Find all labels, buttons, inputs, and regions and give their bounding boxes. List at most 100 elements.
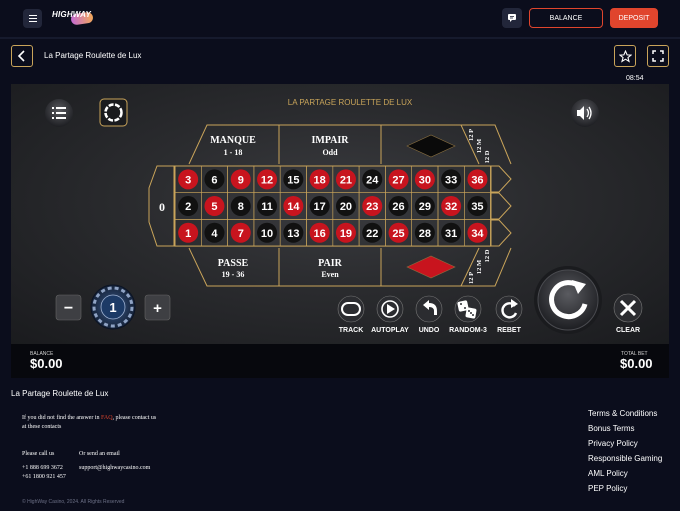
number-cell[interactable]: 4 bbox=[201, 219, 228, 247]
number-label: 28 bbox=[419, 228, 431, 240]
clear-button[interactable]: CLEAR bbox=[613, 293, 643, 334]
top-bar: HIGHWAY BALANCE DEPOSIT bbox=[0, 0, 680, 37]
link-pep[interactable]: PEP Policy bbox=[588, 484, 662, 499]
number-cell[interactable]: 12 bbox=[253, 165, 281, 194]
dozen-label-d-top[interactable]: 12 D bbox=[484, 150, 491, 163]
wheel-view-button[interactable] bbox=[99, 98, 128, 127]
number-label: 23 bbox=[366, 201, 378, 213]
number-cell[interactable]: 36 bbox=[463, 165, 491, 194]
link-terms[interactable]: Terms & Conditions bbox=[588, 409, 662, 424]
number-cell[interactable]: 17 bbox=[306, 192, 334, 220]
link-aml[interactable]: AML Policy bbox=[588, 469, 662, 484]
dozen-label-m-bottom[interactable]: 12 M bbox=[476, 260, 483, 274]
number-cell[interactable]: 28 bbox=[411, 219, 439, 247]
back-button[interactable] bbox=[11, 45, 33, 67]
link-responsible-gaming[interactable]: Responsible Gaming bbox=[588, 454, 662, 469]
red-bet-diamond[interactable] bbox=[406, 255, 456, 279]
bet-list-button[interactable] bbox=[45, 99, 73, 127]
dozen-label-p-top[interactable]: 12 P bbox=[468, 129, 475, 141]
number-label: 1 bbox=[185, 228, 191, 240]
faq-link[interactable]: FAQ bbox=[101, 415, 113, 421]
dozen-label-p-bottom[interactable]: 12 P bbox=[468, 272, 475, 284]
number-cell[interactable]: 19 bbox=[332, 219, 360, 247]
bet-passe[interactable]: PASSE 19 - 36 bbox=[218, 258, 249, 279]
number-cell[interactable]: 15 bbox=[279, 165, 307, 194]
number-cell[interactable]: 25 bbox=[385, 219, 412, 247]
favorite-button[interactable] bbox=[614, 45, 636, 67]
fullscreen-button[interactable] bbox=[647, 45, 669, 67]
track-button[interactable]: TRACK bbox=[337, 295, 365, 334]
number-cell[interactable]: 10 bbox=[253, 219, 281, 247]
number-label: 4 bbox=[211, 228, 218, 240]
number-cell[interactable]: 13 bbox=[279, 219, 307, 247]
number-cell[interactable]: 26 bbox=[385, 192, 412, 220]
game-status-bar: BALANCE $0.00 TOTAL BET $0.00 bbox=[11, 344, 669, 378]
number-label: 30 bbox=[419, 174, 431, 186]
number-cell[interactable]: 7 bbox=[227, 219, 255, 247]
random-3-label: RANDOM-3 bbox=[449, 327, 487, 334]
undo-button[interactable]: UNDO bbox=[415, 295, 443, 334]
number-cell[interactable]: 22 bbox=[358, 219, 386, 247]
number-label: 20 bbox=[340, 201, 352, 213]
number-cell[interactable]: 1 bbox=[174, 219, 202, 247]
number-label: 13 bbox=[287, 228, 299, 240]
deposit-button[interactable]: DEPOSIT bbox=[610, 8, 658, 28]
number-cell[interactable]: 8 bbox=[227, 192, 255, 220]
link-bonus-terms[interactable]: Bonus Terms bbox=[588, 424, 662, 439]
number-label: 16 bbox=[314, 228, 326, 240]
number-cell[interactable]: 18 bbox=[306, 165, 334, 194]
menu-button[interactable] bbox=[23, 9, 42, 28]
chip-plus-button[interactable]: + bbox=[144, 294, 171, 321]
number-cell[interactable]: 30 bbox=[411, 165, 439, 194]
random-3-button[interactable]: RANDOM-3 bbox=[449, 295, 487, 334]
chip-minus-button[interactable]: − bbox=[55, 294, 82, 321]
sound-button[interactable] bbox=[571, 99, 599, 127]
chat-button[interactable] bbox=[502, 8, 522, 28]
link-privacy[interactable]: Privacy Policy bbox=[588, 439, 662, 454]
number-cell[interactable]: 11 bbox=[253, 192, 281, 220]
number-cell[interactable]: 2 bbox=[174, 192, 202, 220]
column-bet-3[interactable] bbox=[490, 165, 512, 193]
number-cell[interactable]: 23 bbox=[358, 192, 386, 220]
rebet-button[interactable]: REBET bbox=[495, 295, 523, 334]
email-link[interactable]: support@highwaycasino.com bbox=[79, 464, 150, 473]
highway-logo[interactable]: HIGHWAY bbox=[51, 6, 95, 26]
number-label: 6 bbox=[211, 174, 217, 186]
number-cell[interactable]: 27 bbox=[385, 165, 412, 194]
number-cell[interactable]: 16 bbox=[306, 219, 334, 247]
star-icon bbox=[618, 49, 632, 63]
phone-2[interactable]: +61 1800 921 457 bbox=[22, 473, 66, 482]
phone-1[interactable]: +1 888 699 3672 bbox=[22, 464, 66, 473]
spin-button[interactable] bbox=[534, 266, 602, 334]
phone-column: Please call us +1 888 699 3672 +61 1800 … bbox=[22, 450, 66, 482]
number-cell[interactable]: 34 bbox=[463, 219, 491, 247]
number-cell[interactable]: 3 bbox=[174, 165, 202, 194]
game-title: La Partage Roulette de Lux bbox=[44, 51, 142, 60]
number-cell[interactable]: 20 bbox=[332, 192, 360, 220]
number-cell[interactable]: 29 bbox=[411, 192, 439, 220]
clock: 08:54 bbox=[626, 75, 644, 82]
number-cell[interactable]: 5 bbox=[201, 192, 228, 220]
number-cell[interactable]: 31 bbox=[437, 219, 465, 247]
number-label: 11 bbox=[261, 201, 273, 213]
number-cell[interactable]: 35 bbox=[463, 192, 491, 220]
autoplay-button[interactable]: AUTOPLAY bbox=[371, 295, 409, 334]
chip-selector[interactable]: 1 bbox=[90, 284, 136, 330]
number-cell[interactable]: 6 bbox=[201, 165, 228, 194]
balance-button[interactable]: BALANCE bbox=[529, 8, 603, 28]
column-bet-2[interactable] bbox=[490, 192, 512, 220]
number-cell[interactable]: 33 bbox=[437, 165, 465, 194]
column-bet-1[interactable] bbox=[490, 219, 512, 247]
bet-impair[interactable]: IMPAIR Odd bbox=[311, 135, 349, 157]
number-cell[interactable]: 9 bbox=[227, 165, 255, 194]
number-cell[interactable]: 24 bbox=[358, 165, 386, 194]
number-cell[interactable]: 14 bbox=[279, 192, 307, 220]
dozen-label-d-bottom[interactable]: 12 D bbox=[484, 249, 491, 262]
number-cell[interactable]: 21 bbox=[332, 165, 360, 194]
black-bet-diamond[interactable] bbox=[406, 134, 456, 158]
dozen-label-m-top[interactable]: 12 M bbox=[476, 139, 483, 153]
bet-pair[interactable]: PAIR Even bbox=[318, 258, 342, 279]
bet-manque[interactable]: MANQUE 1 - 18 bbox=[210, 135, 256, 157]
autoplay-label: AUTOPLAY bbox=[371, 327, 409, 334]
number-cell[interactable]: 32 bbox=[437, 192, 465, 220]
